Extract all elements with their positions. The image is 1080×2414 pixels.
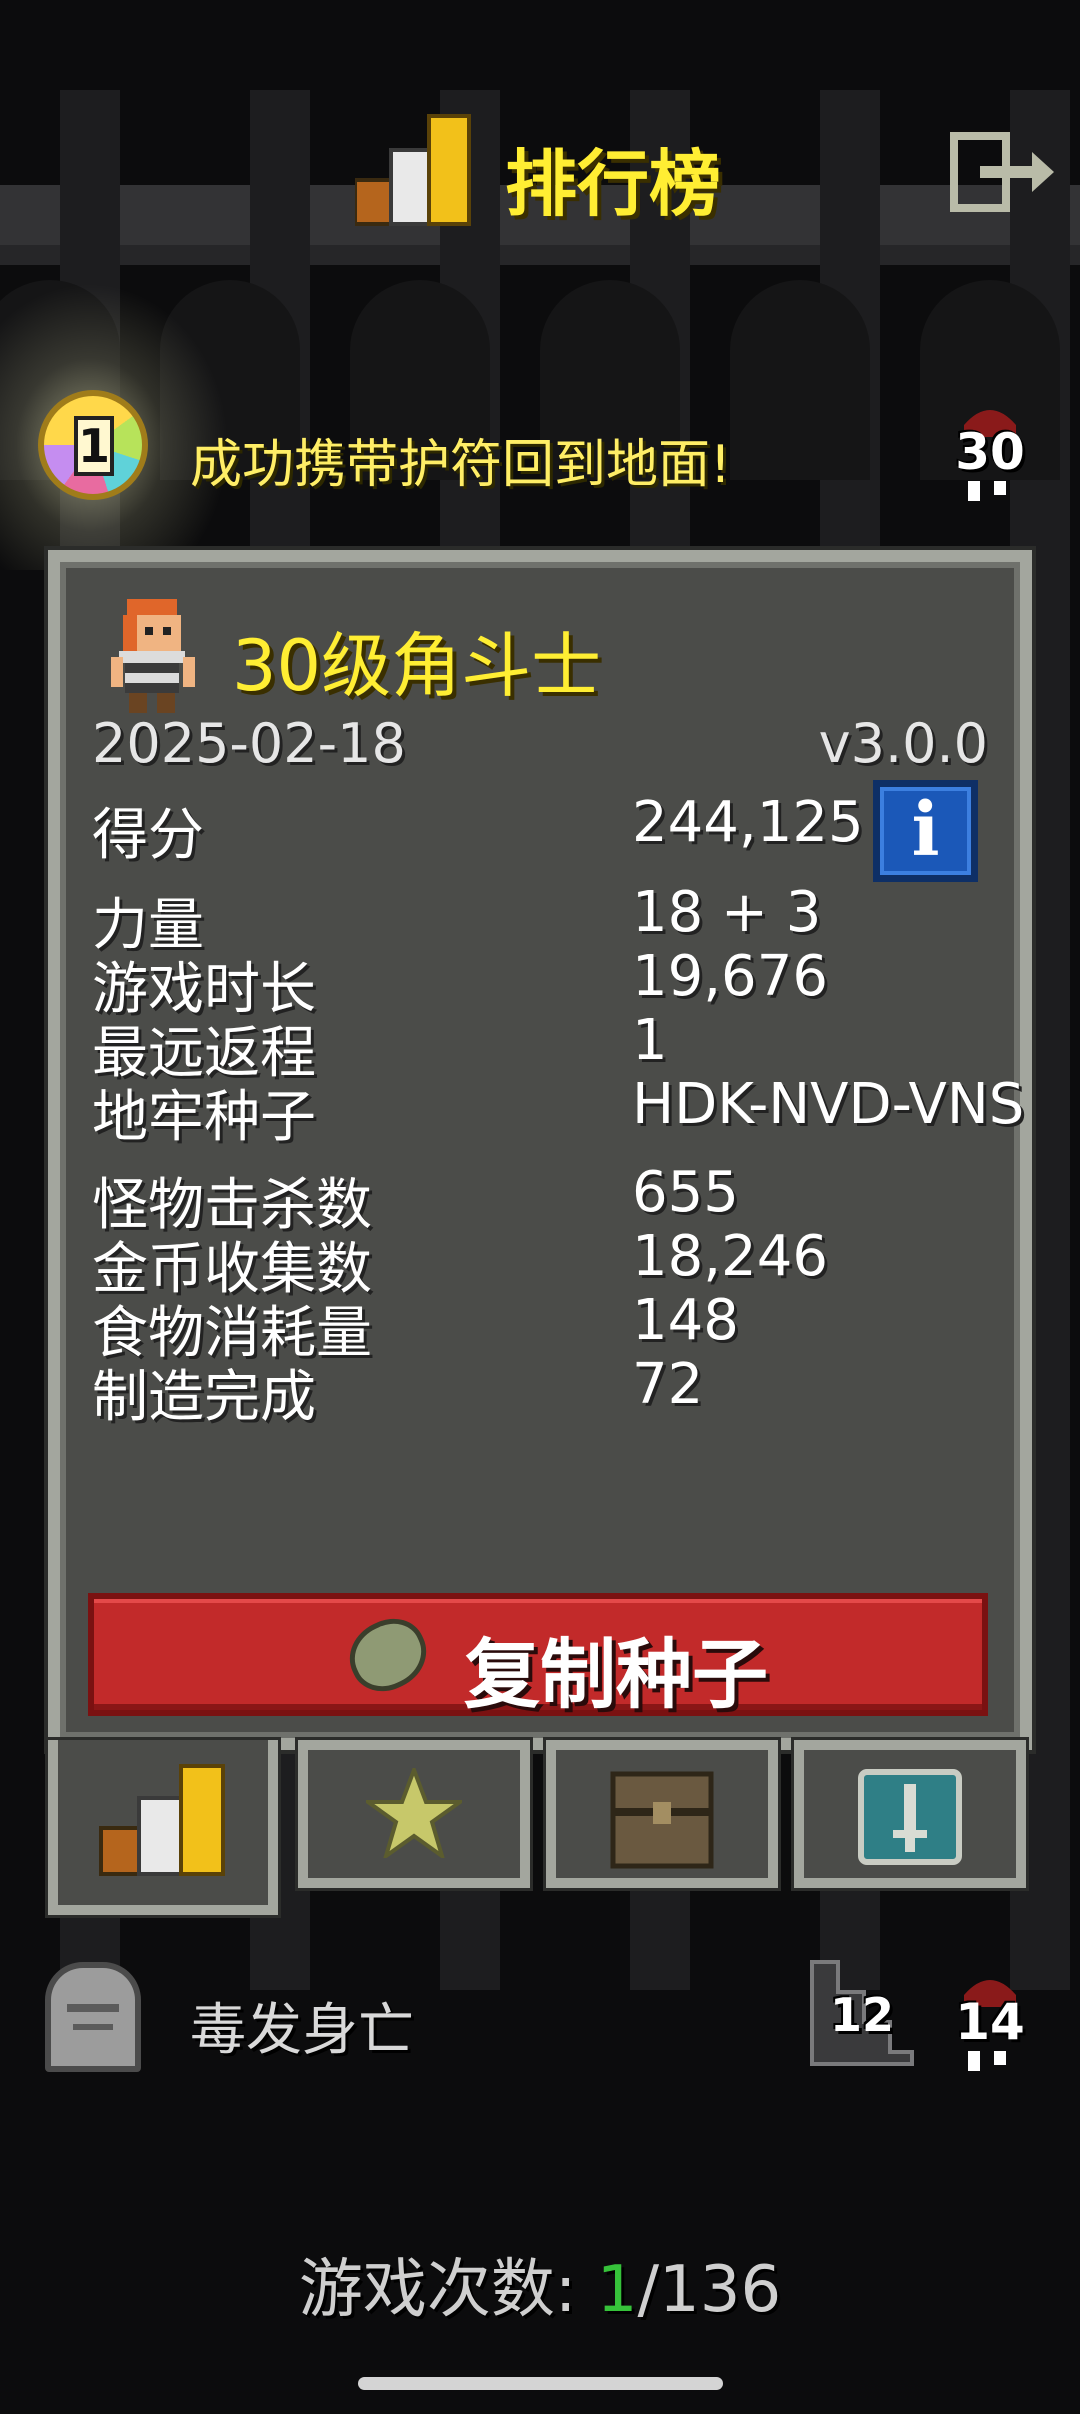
- seed-icon: [338, 1607, 438, 1703]
- stat-value-gold-collected: 18,246: [632, 1224, 828, 1289]
- sword-icon: [858, 1769, 962, 1865]
- death-cause: 毒发身亡: [190, 1998, 414, 2063]
- floor-value: 12: [830, 1988, 895, 2042]
- stairs-icon: 12: [808, 1958, 916, 2068]
- stat-value-playtime: 19,676: [632, 944, 828, 1009]
- stat-value-strength: 18 + 3: [632, 880, 822, 945]
- tab-challenges[interactable]: [794, 1740, 1026, 1888]
- tab-badges[interactable]: [298, 1740, 530, 1888]
- tombstone-icon: [45, 1962, 141, 2072]
- home-indicator[interactable]: [358, 2377, 723, 2390]
- copy-seed-button[interactable]: 复制种子: [88, 1593, 988, 1719]
- games-current: 1: [596, 2253, 638, 2327]
- badge-description: 成功携带护符回到地面!: [190, 435, 731, 495]
- depth-value: 30: [955, 423, 1025, 481]
- stat-value-items-crafted: 72: [632, 1352, 704, 1417]
- depth-indicator-bottom: 14: [950, 1965, 1030, 2075]
- stat-label-score: 得分: [92, 803, 204, 868]
- games-total: /136: [637, 2253, 782, 2327]
- info-button[interactable]: i: [873, 780, 978, 882]
- exit-icon[interactable]: [950, 132, 1056, 212]
- info-icon: i: [911, 787, 940, 873]
- page-title: 排行榜: [505, 142, 722, 226]
- stat-value-score: 244,125: [632, 790, 864, 855]
- medal-number: 1: [74, 416, 114, 476]
- game-version: v3.0.0: [818, 712, 988, 775]
- tab-items[interactable]: [546, 1740, 778, 1888]
- stat-label-dungeon-seed: 地牢种子: [92, 1085, 316, 1150]
- stat-value-food-eaten: 148: [632, 1288, 739, 1353]
- record-date: 2025-02-18: [92, 712, 406, 775]
- depth-value-bottom: 14: [955, 1993, 1025, 2051]
- stat-label-items-crafted: 制造完成: [92, 1365, 316, 1430]
- gladiator-icon: [111, 599, 195, 713]
- games-played: 游戏次数: 1/136: [0, 2238, 1080, 2330]
- star-icon: [366, 1768, 462, 1858]
- games-label: 游戏次数:: [298, 2253, 597, 2327]
- stat-value-monsters-killed: 655: [632, 1160, 739, 1225]
- stat-value-farthest-return: 1: [632, 1008, 668, 1073]
- hero-title: 30级角斗士: [232, 625, 602, 707]
- medal-icon[interactable]: 1: [38, 390, 148, 500]
- copy-seed-label: 复制种子: [464, 1630, 768, 1719]
- stat-value-dungeon-seed: HDK-NVD-VNS: [632, 1072, 1025, 1137]
- chest-icon: [610, 1771, 714, 1869]
- depth-indicator: 30: [950, 395, 1030, 505]
- tab-rankings[interactable]: [48, 1740, 278, 1915]
- podium-icon: [99, 1764, 225, 1876]
- podium-icon: [355, 114, 471, 226]
